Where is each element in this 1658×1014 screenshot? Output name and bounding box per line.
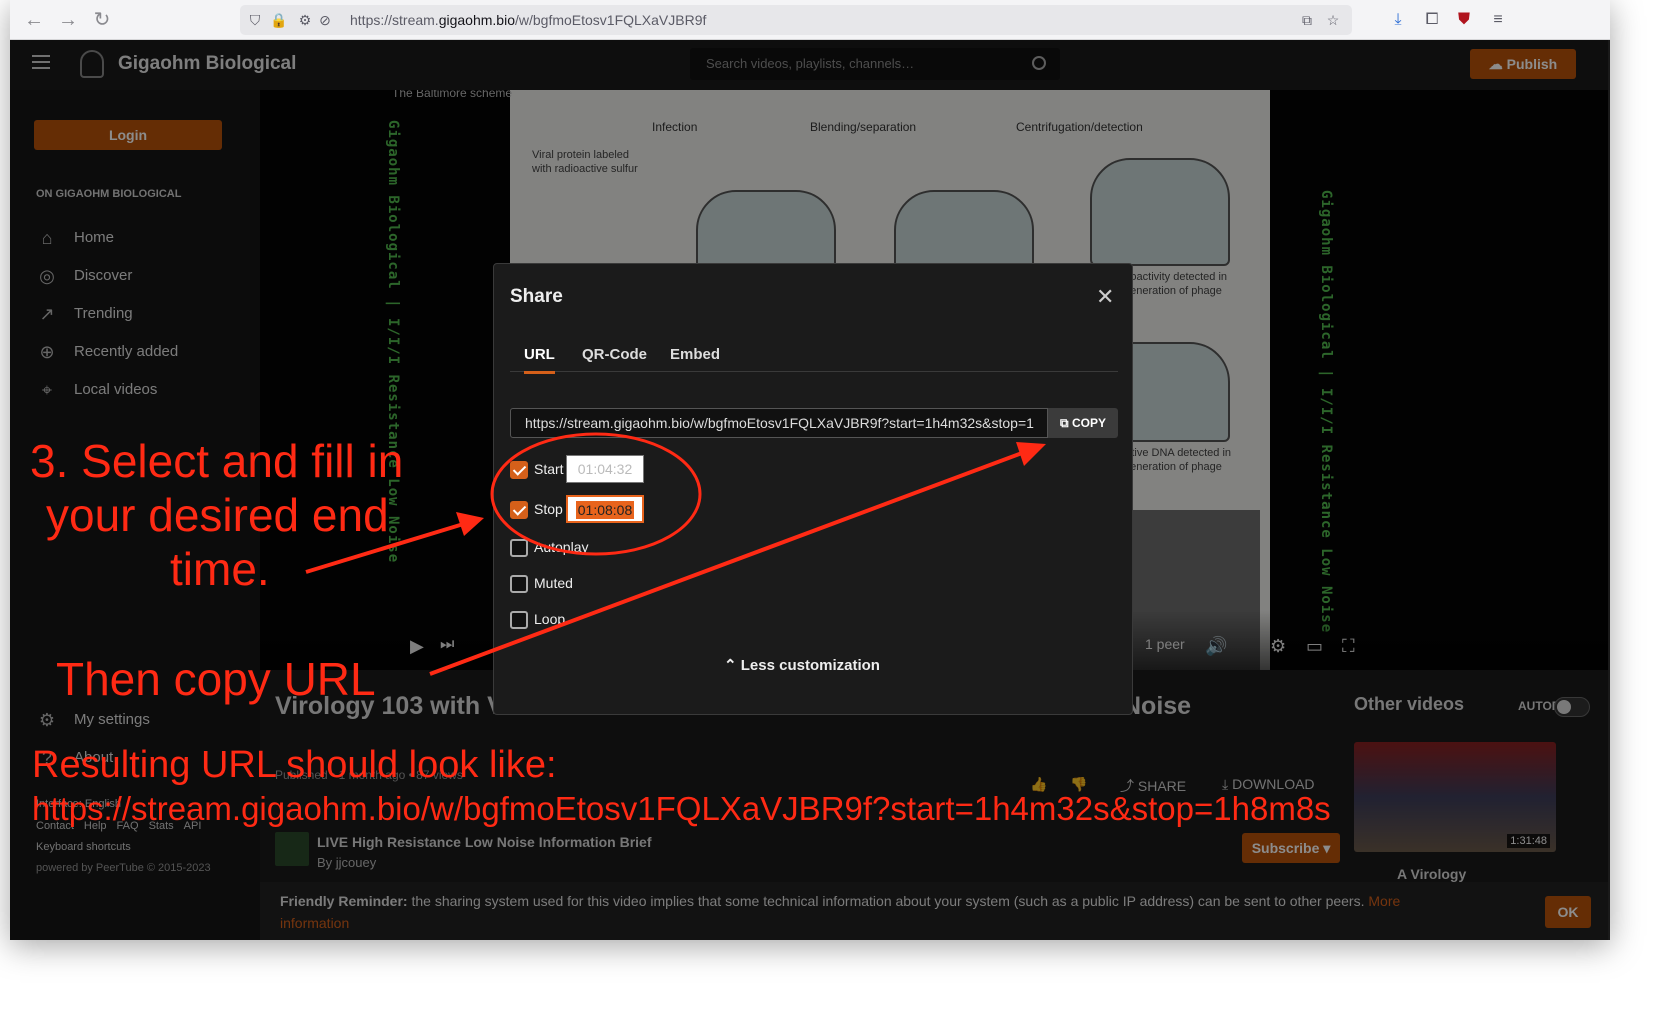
download-icon[interactable]: ⤓ [1386, 8, 1410, 32]
copy-label: COPY [1071, 416, 1106, 430]
share-modal: Share ✕ URL QR-Code Embed https://stream… [493, 263, 1133, 715]
annotation-result-line1: Resulting URL should look like: [32, 744, 557, 786]
muted-label: Muted [534, 575, 573, 591]
annotation-result-line2: https://stream.gigaohm.bio/w/bgfmoEtosv1… [32, 790, 1331, 827]
muted-option: Muted [510, 572, 573, 594]
back-icon[interactable]: ← [22, 8, 46, 32]
tab-qr-code[interactable]: QR-Code [582, 346, 647, 363]
stop-at-input[interactable]: 01:08:08 [566, 495, 644, 523]
forward-icon[interactable]: → [56, 8, 80, 32]
lock-icon[interactable]: 🔒 [270, 11, 288, 29]
annotation-step3-line3: time. [170, 543, 270, 595]
autoplay-option: Autoplay [510, 536, 588, 558]
share-url-input[interactable]: https://stream.gigaohm.bio/w/bgfmoEtosv1… [510, 408, 1048, 438]
loop-checkbox[interactable] [510, 611, 528, 630]
address-bar[interactable]: ⛉ 🔒 ⚙ ⊘ https://stream.gigaohm.bio/w/bgf… [240, 5, 1352, 35]
chevron-up-icon: ⌃ [724, 657, 737, 674]
permissions-icon[interactable]: ⚙ [296, 11, 314, 29]
tab-url[interactable]: URL [524, 346, 555, 374]
reload-icon[interactable]: ↻ [90, 8, 114, 32]
bookmark-star-icon[interactable]: ☆ [1324, 11, 1342, 29]
stop-at-checkbox[interactable] [510, 501, 528, 520]
stop-at-value: 01:08:08 [575, 501, 635, 519]
menu-icon[interactable]: ≡ [1486, 8, 1510, 32]
browser-toolbar: ← → ↻ ⛉ 🔒 ⚙ ⊘ https://stream.gigaohm.bio… [10, 0, 1610, 40]
close-icon[interactable]: ✕ [1096, 286, 1114, 308]
share-tabs: URL QR-Code Embed [510, 346, 1118, 374]
copy-button[interactable]: ⧉ COPY [1048, 408, 1118, 438]
less-customization-label: Less customization [740, 657, 880, 674]
shield-icon[interactable]: ⛉ [246, 11, 264, 29]
ublock-icon[interactable]: ⛊ [1452, 8, 1476, 32]
address-text[interactable]: https://stream.gigaohm.bio/w/bgfmoEtosv1… [350, 12, 706, 28]
tracking-off-icon[interactable]: ⊘ [316, 11, 334, 29]
extensions-icon[interactable]: ⧠ [1420, 8, 1444, 32]
muted-checkbox[interactable] [510, 575, 528, 594]
annotation-step3-line2: your desired end [46, 489, 389, 541]
loop-option: Loop [510, 608, 565, 630]
start-at-input[interactable]: 01:04:32 [566, 455, 644, 483]
autoplay-option-label: Autoplay [534, 539, 589, 555]
scrollbar[interactable] [1608, 40, 1610, 940]
picture-in-picture-icon[interactable]: ⧉ [1298, 11, 1316, 29]
start-at-checkbox[interactable] [510, 461, 528, 480]
tab-embed[interactable]: Embed [670, 346, 720, 363]
modal-title: Share [510, 286, 563, 307]
less-customization-button[interactable]: ⌃ Less customization [724, 656, 880, 674]
annotation-step3-line1: 3. Select and fill in [30, 435, 404, 487]
autoplay-checkbox[interactable] [510, 539, 528, 558]
annotation-copy-note: Then copy URL [56, 653, 376, 705]
loop-label: Loop [534, 611, 566, 627]
